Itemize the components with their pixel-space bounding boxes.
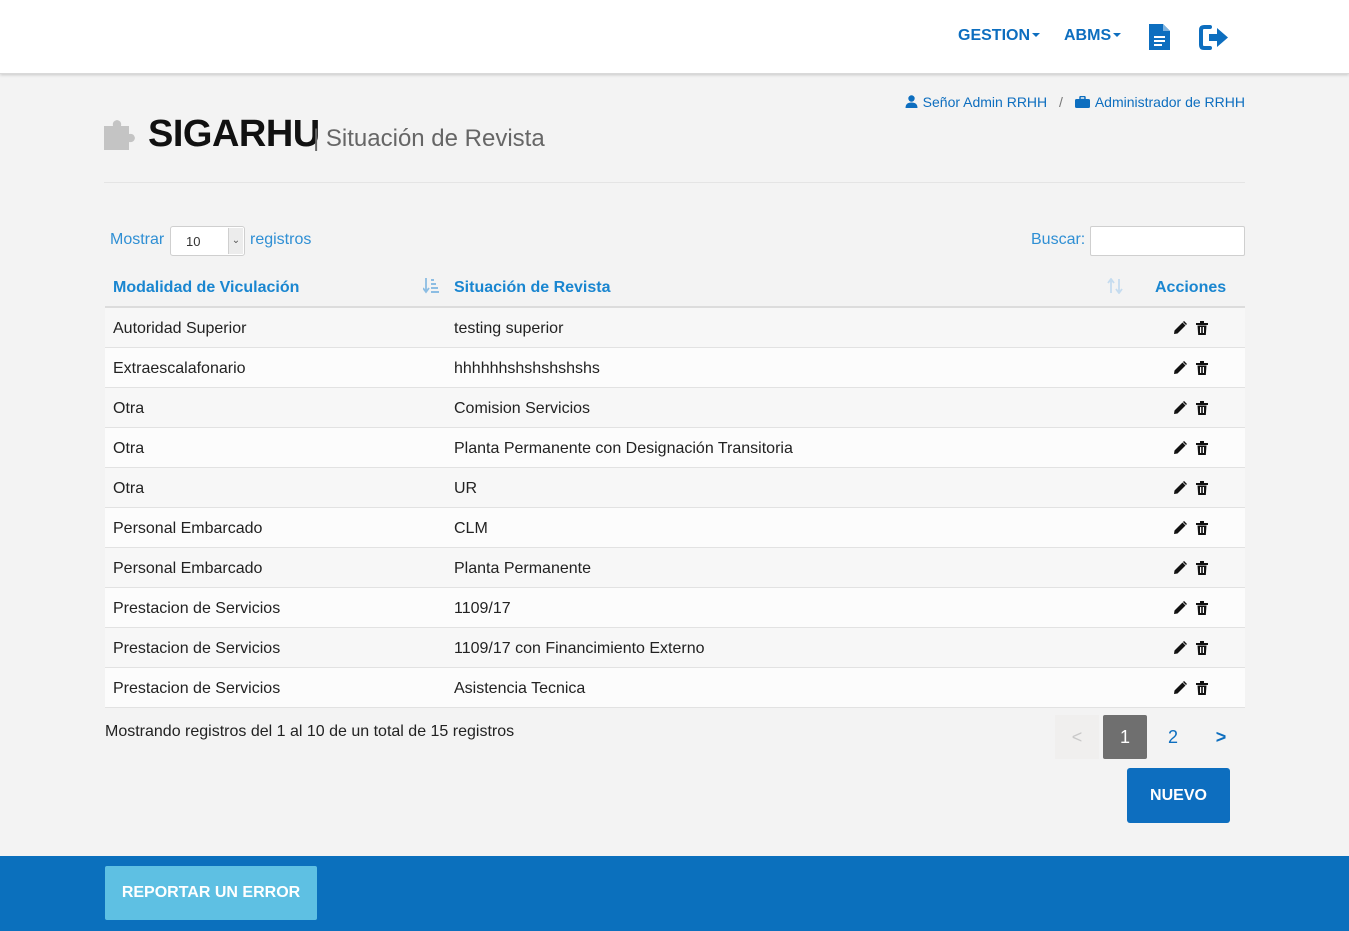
cell-situacion: Comision Servicios bbox=[454, 400, 591, 417]
cell-situacion: 1109/17 con Financimiento Externo bbox=[454, 640, 705, 657]
edit-icon[interactable] bbox=[1173, 480, 1188, 500]
trash-icon[interactable] bbox=[1196, 601, 1208, 620]
trash-icon[interactable] bbox=[1196, 401, 1208, 420]
search-label: Buscar: bbox=[1031, 231, 1086, 248]
nav-gestion-menu[interactable]: GESTION bbox=[958, 27, 1041, 45]
column-header-acciones: Acciones bbox=[1155, 279, 1227, 296]
cell-situacion: 1109/17 bbox=[454, 600, 511, 617]
user-role: Administrador de RRHH bbox=[1094, 94, 1245, 110]
user-separator: / bbox=[1059, 94, 1063, 110]
nav-gestion-label: GESTION bbox=[958, 27, 1031, 44]
document-icon[interactable] bbox=[1149, 24, 1170, 55]
cell-modalidad: Personal Embarcado bbox=[113, 520, 263, 537]
cell-modalidad: Prestacion de Servicios bbox=[113, 680, 281, 697]
app-title: SIGARHU bbox=[148, 113, 320, 155]
table-row: Personal Embarcado Planta Permanente bbox=[105, 548, 1245, 588]
edit-icon[interactable] bbox=[1173, 360, 1188, 380]
trash-icon[interactable] bbox=[1196, 441, 1208, 460]
edit-icon[interactable] bbox=[1173, 320, 1188, 340]
trash-icon[interactable] bbox=[1196, 681, 1208, 700]
search-input[interactable] bbox=[1090, 226, 1245, 256]
caret-down-icon bbox=[1113, 32, 1122, 37]
cell-modalidad: Autoridad Superior bbox=[113, 320, 247, 337]
chevron-down-icon: ⌄ bbox=[228, 228, 243, 254]
edit-icon[interactable] bbox=[1173, 640, 1188, 660]
cell-modalidad: Personal Embarcado bbox=[113, 560, 263, 577]
cell-modalidad: Otra bbox=[113, 400, 145, 417]
table-info: Mostrando registros del 1 al 10 de un to… bbox=[105, 723, 515, 740]
top-navbar: GESTION ABMS bbox=[0, 0, 1349, 74]
trash-icon[interactable] bbox=[1196, 481, 1208, 500]
cell-situacion: CLM bbox=[454, 520, 488, 537]
cell-modalidad: Extraescalafonario bbox=[113, 360, 246, 377]
data-table: Modalidad de Viculación Situación de Rev… bbox=[105, 268, 1245, 708]
table-row: Prestacion de Servicios 1109/17 bbox=[105, 588, 1245, 628]
edit-icon[interactable] bbox=[1173, 600, 1188, 620]
trash-icon[interactable] bbox=[1196, 641, 1208, 660]
show-label: Mostrar bbox=[110, 231, 165, 248]
page-size-value: 10 bbox=[186, 234, 201, 249]
edit-icon[interactable] bbox=[1173, 520, 1188, 540]
new-button[interactable]: NUEVO bbox=[1127, 768, 1230, 823]
pagination-prev[interactable]: < bbox=[1055, 715, 1099, 759]
trash-icon[interactable] bbox=[1196, 321, 1208, 340]
column-header-situacion[interactable]: Situación de Revista bbox=[454, 279, 611, 297]
user-name: Señor Admin RRHH bbox=[922, 94, 1048, 110]
cell-situacion: Asistencia Tecnica bbox=[454, 680, 586, 697]
edit-icon[interactable] bbox=[1173, 560, 1188, 580]
cell-modalidad: Prestacion de Servicios bbox=[113, 640, 281, 657]
sort-both-icon[interactable] bbox=[1107, 278, 1123, 294]
trash-icon[interactable] bbox=[1196, 361, 1208, 380]
column-header-modalidad[interactable]: Modalidad de Viculación bbox=[113, 279, 299, 297]
cell-situacion: Planta Permanente bbox=[454, 560, 591, 577]
cell-situacion: hhhhhhshshshshshs bbox=[454, 360, 600, 377]
trash-icon[interactable] bbox=[1196, 561, 1208, 580]
table-header: Modalidad de Viculación Situación de Rev… bbox=[105, 268, 1245, 308]
table-body: Autoridad Superior testing superior Extrae… bbox=[105, 308, 1245, 708]
nav-abms-menu[interactable]: ABMS bbox=[1064, 27, 1122, 45]
edit-icon[interactable] bbox=[1173, 440, 1188, 460]
report-error-button[interactable]: REPORTAR UN ERROR bbox=[105, 866, 317, 920]
edit-icon[interactable] bbox=[1173, 680, 1188, 700]
cell-situacion: testing superior bbox=[454, 320, 564, 337]
table-row: Otra Planta Permanente con Designación Tr… bbox=[105, 428, 1245, 468]
cell-modalidad: Otra bbox=[113, 480, 145, 497]
footer-bar: REPORTAR UN ERROR bbox=[0, 856, 1349, 931]
table-row: Prestacion de Servicios Asistencia Tecnic… bbox=[105, 668, 1245, 708]
user-icon bbox=[905, 95, 918, 108]
header-divider bbox=[104, 182, 1245, 183]
table-row: Otra UR bbox=[105, 468, 1245, 508]
logout-icon[interactable] bbox=[1199, 25, 1229, 55]
caret-down-icon bbox=[1032, 32, 1041, 37]
puzzle-icon bbox=[104, 120, 135, 150]
edit-icon[interactable] bbox=[1173, 400, 1188, 420]
cell-situacion: Planta Permanente con Designación Transi… bbox=[454, 440, 793, 457]
table-row: Personal Embarcado CLM bbox=[105, 508, 1245, 548]
trash-icon[interactable] bbox=[1196, 521, 1208, 540]
page-size-select[interactable]: 10 ⌄ bbox=[170, 226, 245, 256]
sort-asc-icon[interactable] bbox=[423, 278, 439, 294]
pagination-next[interactable]: > bbox=[1199, 715, 1243, 759]
records-label: registros bbox=[250, 231, 312, 248]
pagination-page-1[interactable]: 1 bbox=[1103, 715, 1147, 759]
page-subtitle: | Situación de Revista bbox=[313, 125, 545, 152]
cell-modalidad: Prestacion de Servicios bbox=[113, 600, 281, 617]
table-row: Extraescalafonario hhhhhhshshshshshs bbox=[105, 348, 1245, 388]
pagination-page-2[interactable]: 2 bbox=[1151, 715, 1195, 759]
table-row: Prestacion de Servicios 1109/17 con Finan… bbox=[105, 628, 1245, 668]
briefcase-icon bbox=[1074, 95, 1090, 108]
table-row: Otra Comision Servicios bbox=[105, 388, 1245, 428]
user-bar: Señor Admin RRHH / Administrador de RRHH bbox=[905, 94, 1245, 110]
nav-abms-label: ABMS bbox=[1064, 27, 1112, 44]
cell-situacion: UR bbox=[454, 480, 478, 497]
role-link[interactable]: Administrador de RRHH bbox=[1074, 94, 1245, 110]
table-row: Autoridad Superior testing superior bbox=[105, 308, 1245, 348]
user-link[interactable]: Señor Admin RRHH bbox=[905, 94, 1051, 110]
cell-modalidad: Otra bbox=[113, 440, 145, 457]
